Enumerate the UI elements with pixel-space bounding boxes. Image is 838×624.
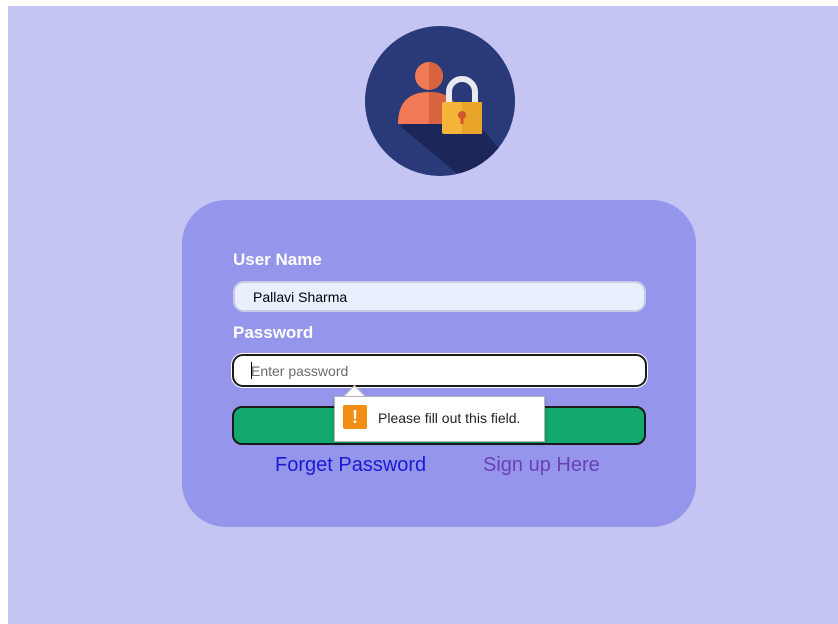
user-lock-icon xyxy=(365,26,515,176)
forget-password-link[interactable]: Forget Password xyxy=(275,454,426,477)
validation-message: Please fill out this field. xyxy=(378,410,521,426)
password-label: Password xyxy=(233,323,314,342)
warning-icon: ! xyxy=(343,405,367,429)
password-input[interactable] xyxy=(232,354,647,387)
signup-link[interactable]: Sign up Here xyxy=(483,454,600,477)
username-input[interactable] xyxy=(233,281,646,312)
username-label: User Name xyxy=(233,250,322,269)
text-caret xyxy=(251,362,252,379)
